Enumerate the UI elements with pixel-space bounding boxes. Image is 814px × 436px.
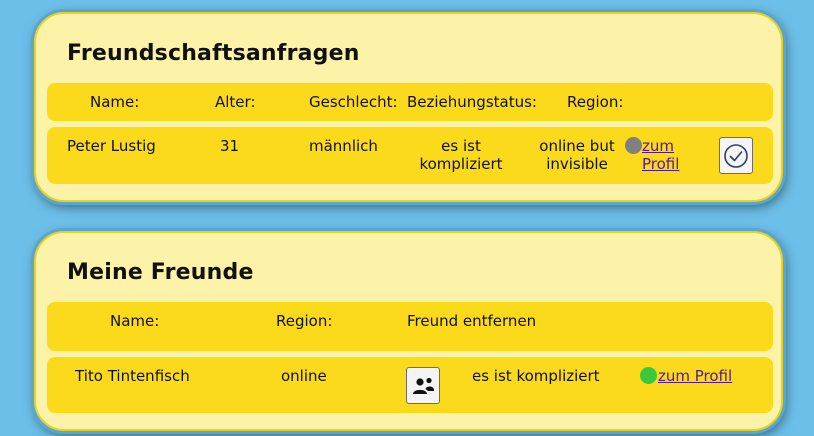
friend-requests-title: Freundschaftsanfragen (67, 41, 360, 66)
friend-name: Tito Tintenfisch (75, 367, 190, 385)
request-profile-link-line1[interactable]: zum (642, 137, 674, 155)
my-friends-card: Meine Freunde Name: Region: Freund entfe… (34, 231, 783, 431)
header-age: Alter: (215, 93, 256, 111)
request-name: Peter Lustig (67, 137, 156, 155)
friends-header-remove: Freund entfernen (407, 312, 537, 330)
friend-relationship: es ist kompliziert (472, 367, 600, 385)
friend-profile-link[interactable]: zum Profil (658, 367, 732, 385)
request-relationship-line2: kompliziert (419, 155, 503, 173)
friend-region: online (281, 367, 327, 385)
request-relationship: es ist kompliziert (415, 137, 507, 173)
request-region-line1: online but (539, 137, 615, 155)
request-profile-link-line2[interactable]: Profil (642, 155, 679, 173)
remove-friend-icon (413, 377, 434, 394)
status-dot-icon (625, 137, 642, 154)
header-name: Name: (90, 93, 140, 111)
header-relationship: Beziehungstatus: (407, 93, 537, 111)
request-age: 31 (220, 137, 240, 155)
check-circle-icon (724, 143, 748, 168)
my-friends-title: Meine Freunde (67, 260, 254, 285)
accept-request-button[interactable] (719, 137, 753, 174)
remove-friend-button[interactable] (406, 367, 440, 404)
header-gender: Geschlecht: (309, 93, 398, 111)
friend-requests-header-row: Name: Alter: Geschlecht: Beziehungstatus… (47, 83, 773, 121)
request-gender: männlich (309, 137, 378, 155)
request-profile-link[interactable]: zum Profil (642, 137, 679, 173)
my-friends-header-row: Name: Region: Freund entfernen (47, 302, 773, 351)
friends-header-region: Region: (276, 312, 333, 330)
friend-request-row: Peter Lustig 31 männlich es ist komplizi… (47, 127, 773, 184)
friends-header-name: Name: (110, 312, 160, 330)
friend-requests-card: Freundschaftsanfragen Name: Alter: Gesch… (34, 12, 783, 202)
friend-row: Tito Tintenfisch online es ist komplizie… (47, 357, 773, 413)
request-region: online but invisible (533, 137, 621, 173)
request-region-line2: invisible (546, 155, 608, 173)
header-region: Region: (567, 93, 624, 111)
online-status-dot-icon (640, 367, 657, 384)
request-relationship-line1: es ist (441, 137, 481, 155)
